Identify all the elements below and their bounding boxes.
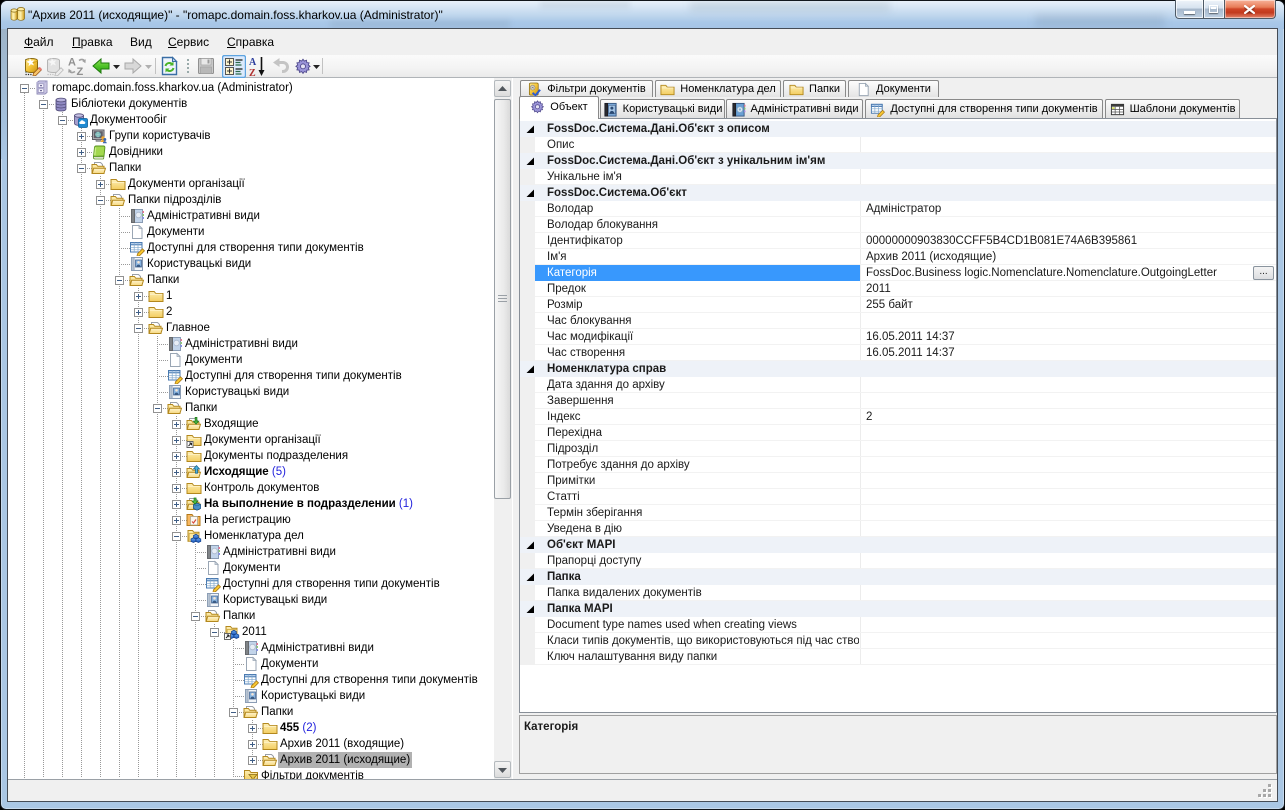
svg-text:Z: Z xyxy=(249,68,256,77)
svg-text:Z: Z xyxy=(77,66,84,76)
svg-text:A: A xyxy=(249,57,257,68)
svg-text:A: A xyxy=(68,57,76,69)
